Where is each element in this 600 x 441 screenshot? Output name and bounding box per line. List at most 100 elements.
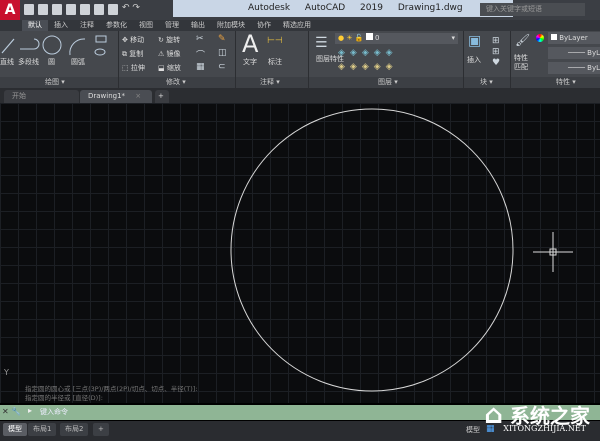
app-menu-button[interactable]: A <box>0 0 20 20</box>
erase-icon[interactable]: ✎ <box>218 34 226 44</box>
title-text: Autodesk AutoCAD 2019 Drawing1.dwg <box>173 0 513 17</box>
search-input[interactable]: 键入关键字或短语 <box>480 3 585 16</box>
tab-view[interactable]: 视图 <box>133 20 159 31</box>
dimension-icon[interactable]: ⊢⊣ <box>267 36 283 46</box>
new-icon[interactable] <box>24 4 34 15</box>
color-swatch <box>551 34 557 40</box>
chevron-down-icon: ▾ <box>451 34 455 42</box>
divider <box>308 31 309 88</box>
tool-mirror[interactable]: ⚠ 镜像 <box>158 49 181 59</box>
mobile-icon[interactable] <box>94 4 104 15</box>
label: 镜像 <box>166 50 181 58</box>
label: 拉伸 <box>130 64 145 72</box>
house-logo-icon: ⌂ <box>484 400 504 430</box>
ribbon-tabs: 默认 插入 注释 参数化 视图 管理 输出 附加模块 协作 精选应用 <box>0 20 600 31</box>
panel-label-layers[interactable]: 图层 ▾ <box>378 77 398 88</box>
print-icon[interactable] <box>108 4 118 15</box>
linetype-dropdown[interactable]: ──── ByL <box>548 47 600 59</box>
tool-match-properties[interactable]: 特性匹配 <box>514 54 530 72</box>
layer-tools-icons[interactable]: ◈◈◈◈◈ <box>338 48 398 58</box>
open-icon[interactable] <box>38 4 48 15</box>
panel-label-text: 注释 <box>260 78 274 86</box>
layer-tools-icons-row2[interactable]: ◈◈◈◈◈ <box>338 62 398 72</box>
label: 缩放 <box>166 64 181 72</box>
status-model[interactable]: 模型 <box>466 425 480 435</box>
recent-commands-icon[interactable]: ▸ <box>28 406 32 415</box>
text-icon[interactable]: A <box>242 30 258 58</box>
tab-featured[interactable]: 精选应用 <box>277 20 317 31</box>
layer-name: 0 <box>375 34 380 42</box>
tool-move[interactable]: ✥ 移动 <box>122 35 144 45</box>
tab-drawing1[interactable]: Drawing1* × <box>80 90 152 103</box>
panel-label-text: 绘图 <box>45 78 59 86</box>
tab-annotate[interactable]: 注释 <box>74 20 100 31</box>
command-input[interactable]: 键入命令 <box>40 405 68 420</box>
color-dropdown[interactable]: ByLayer <box>548 32 600 44</box>
history-line: 指定圆的半径或 [直径(D)]: <box>25 394 103 402</box>
undo-icon[interactable]: ↶ ↷ <box>122 3 140 13</box>
color-value: ByLayer <box>559 34 588 42</box>
tool-circle[interactable]: 圆 <box>48 57 55 67</box>
label: 复制 <box>129 50 144 58</box>
tab-parametric[interactable]: 参数化 <box>100 20 133 31</box>
tab-layout2[interactable]: 布局2 <box>60 423 89 436</box>
history-line: 指定圆的圆心或 [三点(3P)/两点(2P)/切点、切点、半径(T)]: <box>25 385 198 393</box>
color-swatch <box>365 33 373 40</box>
command-history: 指定圆的圆心或 [三点(3P)/两点(2P)/切点、切点、半径(T)]: 指定圆… <box>25 385 198 403</box>
tab-label: Drawing1* <box>88 92 126 100</box>
trim-icon[interactable]: ✂ <box>196 34 204 44</box>
tab-layout1[interactable]: 布局1 <box>28 423 57 436</box>
tab-home[interactable]: 默认 <box>22 20 48 31</box>
tab-insert[interactable]: 插入 <box>48 20 74 31</box>
divider <box>463 31 464 88</box>
panel-label-block[interactable]: 块 ▾ <box>480 77 493 88</box>
crosshair-cursor <box>533 232 573 272</box>
panel-label-text: 块 <box>480 78 487 86</box>
offset-icon[interactable]: ⊂ <box>218 62 226 72</box>
add-layout-button[interactable]: + <box>93 423 109 436</box>
tool-text[interactable]: 文字 <box>243 57 257 67</box>
label: 移动 <box>130 36 145 44</box>
close-icon[interactable]: × <box>135 92 141 100</box>
insert-block-icon[interactable]: ▣ <box>468 33 481 49</box>
array-icon[interactable]: ▦ <box>196 62 205 72</box>
linetype-value: ByL <box>587 49 600 57</box>
drawing-svg <box>230 108 573 392</box>
panel-label-properties[interactable]: 特性 ▾ <box>556 77 576 88</box>
watermark-url: XITONGZHIJIA.NET <box>503 424 586 433</box>
fillet-icon[interactable]: ⌒ <box>196 48 205 61</box>
match-properties-icon[interactable]: 🖌 <box>515 33 530 47</box>
lineweight-value: ByL <box>587 64 600 72</box>
save-icon[interactable] <box>52 4 62 15</box>
tool-polyline[interactable]: 多段线 <box>18 57 39 67</box>
tool-line[interactable]: 直线 <box>0 57 14 67</box>
tool-stretch[interactable]: ⬚ 拉伸 <box>122 63 145 73</box>
panel-label-text: 修改 <box>166 78 180 86</box>
tab-manage[interactable]: 管理 <box>159 20 185 31</box>
layer-dropdown[interactable]: ● ☀ 🔓 0 ▾ <box>335 33 458 44</box>
tab-start[interactable]: 开始 <box>4 90 79 103</box>
layer-properties-icon[interactable]: ☰ <box>315 35 328 51</box>
tool-copy[interactable]: ⧉ 复制 <box>122 49 143 59</box>
save-as-icon[interactable] <box>66 4 76 15</box>
tab-output[interactable]: 输出 <box>185 20 211 31</box>
tool-dimension[interactable]: 标注 <box>268 57 282 67</box>
tool-insert[interactable]: 插入 <box>467 55 481 65</box>
panel-label-modify[interactable]: 修改 ▾ <box>166 77 186 88</box>
color-wheel-icon <box>536 34 544 42</box>
new-tab-button[interactable]: + <box>155 90 169 103</box>
lineweight-dropdown[interactable]: ──── ByL <box>548 62 600 74</box>
divider <box>118 31 119 88</box>
tool-arc[interactable]: 圆弧 <box>71 57 85 67</box>
explode-icon[interactable]: ◫ <box>218 48 227 58</box>
tab-model[interactable]: 模型 <box>3 423 27 436</box>
web-icon[interactable] <box>80 4 90 15</box>
tool-rotate[interactable]: ↻ 旋转 <box>158 35 180 45</box>
file-name: Drawing1.dwg <box>397 3 463 13</box>
panel-label-text: 特性 <box>556 78 570 86</box>
command-close-icon[interactable]: ✕ 🔧 <box>2 407 21 416</box>
tool-scale[interactable]: ⬓ 缩放 <box>158 63 181 73</box>
panel-label-draw[interactable]: 绘图 ▾ <box>45 77 65 88</box>
panel-label-annotation[interactable]: 注释 ▾ <box>260 77 280 88</box>
block-tools-icons[interactable]: ⊞ ⊞ ♥ <box>492 36 500 69</box>
